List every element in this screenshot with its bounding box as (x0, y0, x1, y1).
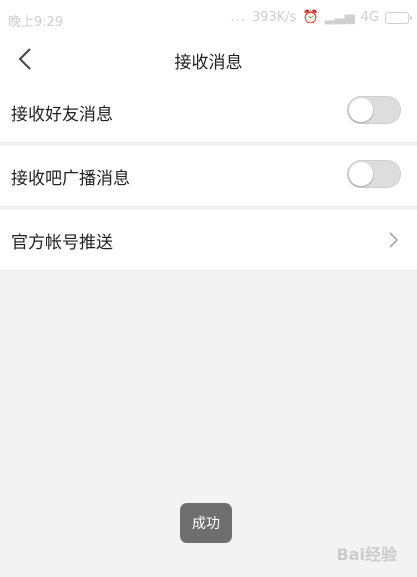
setting-row-friend-messages: 接收好友消息 (0, 82, 417, 143)
network-type: 4G (360, 10, 379, 25)
signal-icon: ▂▃▅ (324, 10, 355, 25)
friend-messages-toggle[interactable] (347, 96, 401, 124)
watermark: Bai经验 (336, 545, 397, 564)
alarm-icon: ⏰ (302, 10, 319, 25)
status-time: 晚上9:29 (8, 15, 64, 30)
page-title: 接收消息 (174, 53, 243, 73)
setting-label-official-account-push: 官方帐号推送 (11, 233, 113, 253)
status-bar: 晚上9:29 ... 393K/s ⏰ ▂▃▅ 4G (0, 0, 417, 36)
battery-icon (385, 11, 412, 24)
setting-row-bar-broadcast: 接收吧广播消息 (0, 146, 417, 207)
header: 接收消息 (0, 36, 417, 82)
settings-list: 接收好友消息 接收吧广播消息 官方帐号推送 (0, 82, 417, 271)
status-dots: ... (230, 10, 246, 25)
setting-label-bar-broadcast: 接收吧广播消息 (11, 169, 130, 189)
toggle-knob (349, 162, 373, 186)
screen: 晚上9:29 ... 393K/s ⏰ ▂▃▅ 4G 接收消息 接收好友消息 接… (0, 0, 417, 577)
toggle-knob (349, 98, 373, 122)
success-toast: 成功 (180, 503, 232, 543)
status-right: ... 393K/s ⏰ ▂▃▅ 4G (230, 10, 412, 25)
bar-broadcast-toggle[interactable] (347, 160, 401, 188)
setting-label-friend-messages: 接收好友消息 (11, 105, 113, 125)
setting-row-official-account-push[interactable]: 官方帐号推送 (0, 210, 417, 271)
network-speed: 393K/s (251, 10, 297, 25)
chevron-right-icon (389, 232, 399, 248)
